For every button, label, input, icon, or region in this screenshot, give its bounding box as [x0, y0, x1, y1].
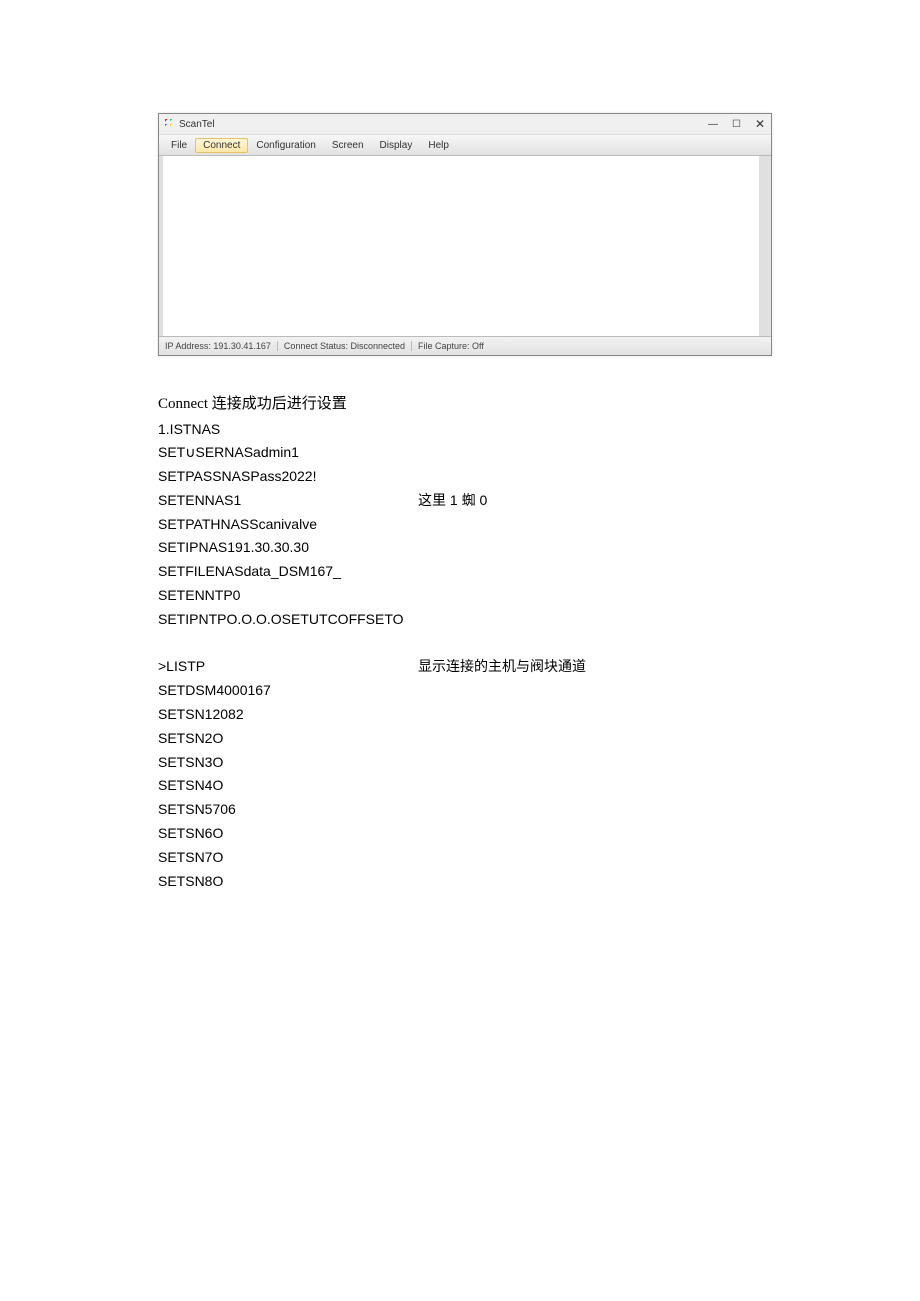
menu-configuration[interactable]: Configuration: [248, 138, 323, 153]
status-capture: File Capture: Off: [412, 341, 771, 351]
terminal-area[interactable]: [159, 156, 771, 336]
doc-line: SETIPNTPO.O.O.OSETUTCOFFSETO: [158, 608, 778, 632]
status-connection: Connect Status: Disconnected: [278, 341, 412, 351]
window-title: ScanTel: [179, 119, 708, 130]
window-controls: — ☐ ✕: [708, 117, 765, 131]
doc-line: SETFILENASdata_DSM167_: [158, 560, 778, 584]
doc-heading: Connect 连接成功后进行设置: [158, 392, 778, 418]
maximize-button[interactable]: ☐: [732, 119, 741, 130]
doc-line: SETSN6O: [158, 822, 778, 846]
doc-line: SETENNAS1: [158, 489, 418, 513]
menu-help[interactable]: Help: [420, 138, 457, 153]
titlebar: ScanTel — ☐ ✕: [159, 114, 771, 134]
menu-screen[interactable]: Screen: [324, 138, 372, 153]
status-ip: IP Address: 191.30.41.167: [159, 341, 278, 351]
menu-display[interactable]: Display: [372, 138, 421, 153]
menu-connect[interactable]: Connect: [195, 138, 248, 153]
doc-line: SETSN8O: [158, 870, 778, 894]
doc-line: SETSN7O: [158, 846, 778, 870]
doc-line: 1.ISTNAS: [158, 418, 778, 442]
doc-line: SETSN5706: [158, 798, 778, 822]
minimize-button[interactable]: —: [708, 119, 718, 130]
doc-line: SETIPNAS191.30.30.30: [158, 536, 778, 560]
document-body: Connect 连接成功后进行设置 1.ISTNAS SET∪SERNASadm…: [158, 392, 778, 893]
doc-line: SETSN3O: [158, 751, 778, 775]
close-button[interactable]: ✕: [755, 117, 765, 131]
doc-line: SETSN2O: [158, 727, 778, 751]
menubar: File Connect Configuration Screen Displa…: [159, 134, 771, 156]
doc-line: SETSN12082: [158, 703, 778, 727]
doc-line: >LISTP: [158, 655, 418, 679]
doc-line: SETDSM4000167: [158, 679, 778, 703]
doc-line: SET∪SERNASadmin1: [158, 441, 778, 465]
doc-line: SETPASSNASPass2022!: [158, 465, 778, 489]
app-icon: [165, 119, 175, 129]
doc-line: SETSN4O: [158, 774, 778, 798]
statusbar: IP Address: 191.30.41.167 Connect Status…: [159, 336, 771, 355]
menu-file[interactable]: File: [163, 138, 195, 153]
doc-annotation: 这里 1 蜘 0: [418, 489, 778, 513]
doc-annotation: 显示连接的主机与阀块通道: [418, 655, 778, 679]
doc-line: SETENNTP0: [158, 584, 778, 608]
app-window: ScanTel — ☐ ✕ File Connect Configuration…: [158, 113, 772, 356]
doc-line: SETPATHNASScanivalve: [158, 513, 778, 537]
